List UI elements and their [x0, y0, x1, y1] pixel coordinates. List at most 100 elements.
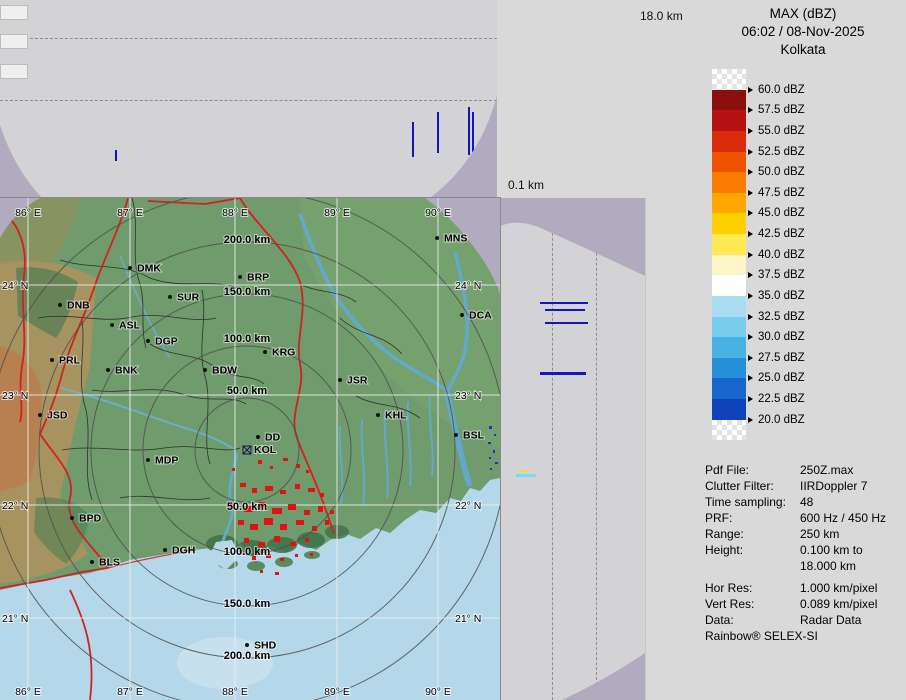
- city-dot: [128, 266, 132, 270]
- info-value: 250Z.max: [800, 463, 853, 477]
- info-row: Time sampling:48: [705, 495, 905, 510]
- scale-color-block: [712, 275, 746, 296]
- city-dot: [50, 358, 54, 362]
- height-axis-max-label: 18.0 km: [640, 9, 683, 23]
- scale-color-block: [712, 110, 746, 131]
- info-label: Hor Res:: [705, 581, 752, 595]
- longitude-label: 90° E: [425, 686, 451, 698]
- scale-color-block: [712, 358, 746, 379]
- city-label: DGH: [172, 545, 195, 557]
- info-value: 1.000 km/pixel: [800, 581, 877, 595]
- scale-color-block: [712, 317, 746, 338]
- red-echo: [232, 468, 235, 471]
- dbz-label: 47.5 dBZ: [748, 186, 805, 199]
- city-label: BPD: [79, 513, 102, 525]
- red-echo: [295, 484, 300, 489]
- red-echo: [272, 508, 282, 514]
- blue-echo: [489, 457, 491, 459]
- dbz-label-text: 20.0 dBZ: [758, 414, 805, 426]
- info-label: Pdf File:: [705, 463, 749, 477]
- dbz-label-text: 27.5 dBZ: [758, 352, 805, 364]
- red-echo: [258, 460, 262, 464]
- red-echo: [296, 464, 300, 468]
- dbz-label: 50.0 dBZ: [748, 166, 805, 179]
- city-label: DMK: [137, 263, 161, 275]
- dbz-label: 52.5 dBZ: [748, 145, 805, 158]
- dbz-label: 42.5 dBZ: [748, 228, 805, 241]
- info-row: Hor Res: 1.000 km/pixel: [705, 581, 905, 596]
- dbz-label-text: 25.0 dBZ: [758, 372, 805, 384]
- city-label: PRL: [59, 355, 81, 367]
- scale-tick-arrow: [748, 169, 753, 175]
- scale-tick-arrow: [748, 252, 753, 258]
- info-label: Time sampling:: [705, 495, 786, 509]
- city-dot: [90, 560, 94, 564]
- scale-color-block: [712, 399, 746, 420]
- city-label: JSR: [347, 375, 368, 387]
- info-row: Height:0.100 km to: [705, 543, 905, 558]
- dbz-label-text: 57.5 dBZ: [758, 104, 805, 116]
- scale-color-block: [712, 337, 746, 358]
- latitude-label: 22° N: [455, 500, 481, 512]
- city-dot: [256, 435, 260, 439]
- longitude-label: 86° E: [15, 686, 41, 698]
- dbz-label: 20.0 dBZ: [748, 413, 805, 426]
- city-label: DNB: [67, 300, 90, 312]
- scale-tick-arrow: [748, 272, 753, 278]
- blue-echo: [494, 434, 496, 436]
- latitude-label: 21° N: [455, 613, 481, 625]
- dbz-label: 57.5 dBZ: [748, 104, 805, 117]
- info-value: 250 km: [800, 527, 839, 541]
- red-echo: [238, 520, 244, 525]
- red-echo: [283, 458, 288, 461]
- side-projection-panel: [500, 198, 646, 700]
- red-echo: [280, 558, 284, 561]
- blue-echo: [493, 450, 495, 453]
- top-panel-range-mask: [0, 0, 497, 198]
- radar-site-label: KOL: [254, 444, 277, 456]
- info-value: IIRDoppler 7: [800, 479, 867, 493]
- blue-echo: [489, 426, 492, 429]
- city-dot: [263, 350, 267, 354]
- info-row: Range:250 km: [705, 527, 905, 542]
- scale-color-block: [712, 378, 746, 399]
- range-ring-label: 150.0 km: [224, 598, 271, 610]
- dbz-label: 27.5 dBZ: [748, 351, 805, 364]
- blue-echo: [495, 462, 498, 464]
- city-dot: [58, 303, 62, 307]
- city-dot: [203, 368, 207, 372]
- scale-tick-arrow: [748, 314, 753, 320]
- longitude-label: 89° E: [324, 207, 350, 219]
- dbz-label: 22.5 dBZ: [748, 393, 805, 406]
- red-echo: [320, 493, 324, 497]
- longitude-label: 86° E: [15, 207, 41, 219]
- info-label: Vert Res:: [705, 597, 754, 611]
- dbz-label-text: 50.0 dBZ: [758, 166, 805, 178]
- dbz-label-text: 22.5 dBZ: [758, 393, 805, 405]
- product-title: MAX (dBZ): [700, 6, 906, 21]
- city-label: DD: [265, 432, 281, 444]
- red-echo: [312, 526, 317, 531]
- scale-checker-block: [712, 420, 746, 441]
- city-dot: [146, 339, 150, 343]
- latitude-label: 23° N: [455, 390, 481, 402]
- red-echo: [288, 504, 296, 510]
- city-dot: [376, 413, 380, 417]
- city-dot: [163, 548, 167, 552]
- city-label: DCA: [469, 310, 492, 322]
- info-row: Data:Radar Data: [705, 613, 905, 628]
- city-dot: [110, 323, 114, 327]
- scale-tick-arrow: [748, 210, 753, 216]
- info-row: Pdf File: 250Z.max: [705, 463, 905, 478]
- range-ring-label: 200.0 km: [224, 650, 271, 662]
- dbz-label-text: 60.0 dBZ: [758, 84, 805, 96]
- dbz-label-text: 55.0 dBZ: [758, 125, 805, 137]
- info-value: Radar Data: [800, 613, 861, 627]
- map-panel: 86° E86° E87° E87° E88° E88° E89° E89° E…: [0, 198, 500, 700]
- product-datetime: 06:02 / 08-Nov-2025: [700, 24, 906, 39]
- latitude-label: 24° N: [2, 280, 28, 292]
- city-dot: [435, 236, 439, 240]
- radar-display-window: 18.0 km 0.1 km: [0, 0, 906, 700]
- scale-tick-arrow: [748, 334, 753, 340]
- scale-tick-arrow: [748, 190, 753, 196]
